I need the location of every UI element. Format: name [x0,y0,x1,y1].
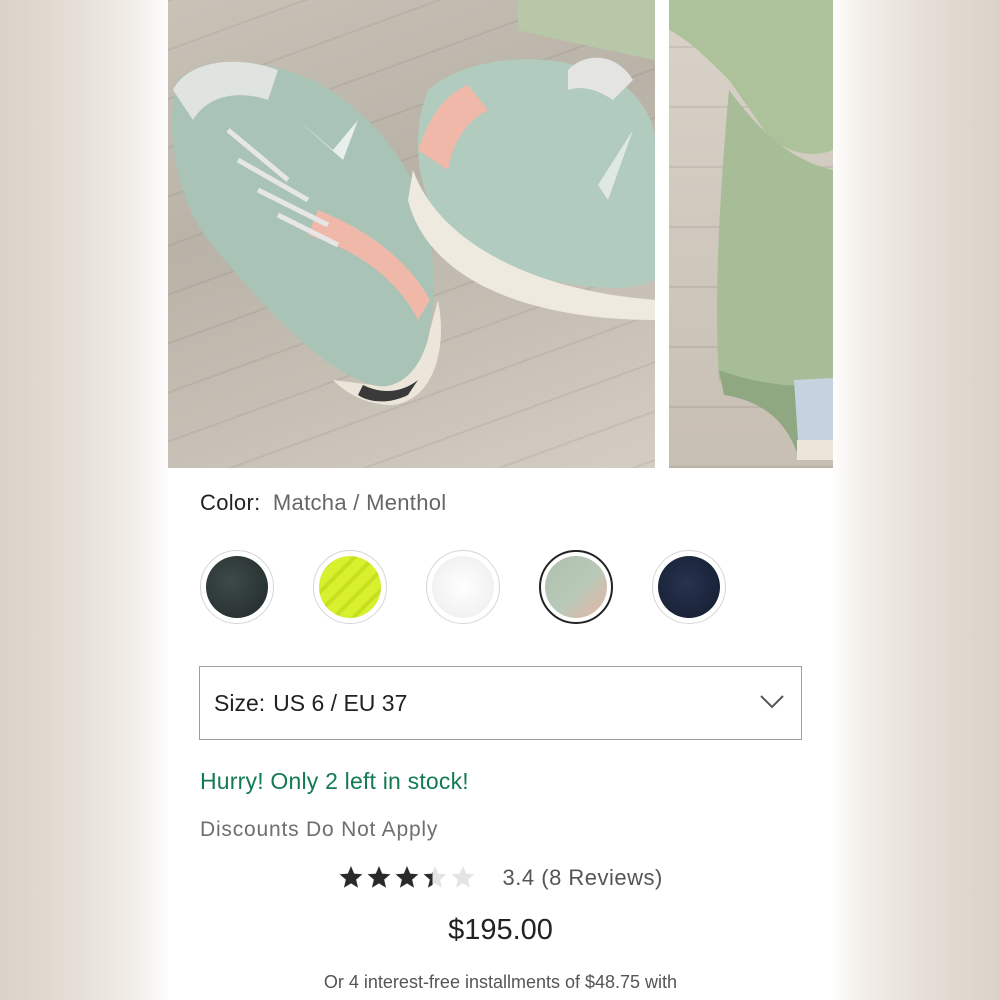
discount-note: Discounts Do Not Apply [200,818,439,841]
rating-text[interactable]: 3.4 (8 Reviews) [503,865,663,891]
product-page: Color: Matcha / Menthol Size: US 6 / EU … [168,0,833,1000]
star-1 [339,866,363,888]
star-4 [423,866,447,888]
stock-alert: Hurry! Only 2 left in stock! [200,768,469,794]
swatch-dark-green[interactable] [200,550,274,624]
product-image-gallery[interactable] [168,0,833,468]
star-5 [451,866,475,888]
product-photo-side[interactable] [669,0,833,468]
color-swatches [200,550,760,626]
swatch-neon-yellow[interactable] [313,550,387,624]
swatch-matcha-menthol[interactable] [539,550,613,624]
star-3 [395,866,419,888]
swatch-white[interactable] [426,550,500,624]
installments-text: Or 4 interest-free installments of $48.7… [323,972,678,992]
chevron-down-icon [760,695,784,709]
sneaker-illustration [172,0,655,405]
product-photo-main[interactable] [168,0,655,468]
size-dropdown[interactable]: Size: US 6 / EU 37 [199,666,802,740]
color-value: Matcha / Menthol [272,490,447,515]
rating-summary[interactable]: 3.4 (8 Reviews) [168,864,833,892]
pants-illustration [669,0,833,460]
product-price: $195.00 [448,914,553,946]
star-rating [338,864,478,892]
size-label: Size: [214,689,266,716]
star-icon [339,866,475,888]
swatch-navy[interactable] [652,550,726,624]
star-2 [367,866,391,888]
color-label: Color: [200,490,261,515]
color-selection-label: Color: Matcha / Menthol [200,490,446,516]
size-value: US 6 / EU 37 [273,689,408,716]
